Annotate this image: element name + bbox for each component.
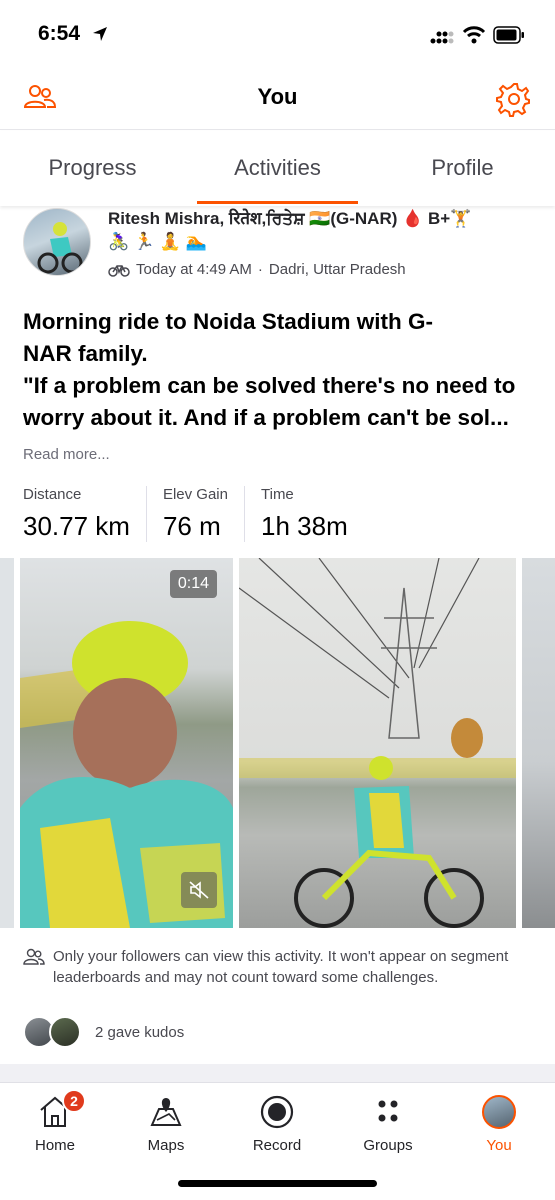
top-header: You: [0, 68, 555, 130]
map-thumbnail[interactable]: [0, 558, 14, 928]
activity-photo[interactable]: [239, 558, 516, 928]
nav-label: Maps: [147, 1137, 185, 1154]
media-carousel[interactable]: 0:14: [0, 558, 555, 928]
nav-label: Groups: [363, 1137, 413, 1154]
nav-label: Record: [252, 1137, 302, 1154]
avatar: [482, 1095, 516, 1129]
nav-label: You: [486, 1137, 512, 1154]
athlete-sport-emojis: 🚴‍♀️ 🏃 🧘 🏊: [108, 232, 207, 251]
activity-location: Dadri, Uttar Pradesh: [268, 261, 406, 278]
stat-value: 30.77 km: [23, 511, 130, 541]
kudos-avatar: [49, 1016, 81, 1048]
read-more-link[interactable]: Read more...: [23, 446, 110, 463]
status-bar: 6:54: [0, 0, 555, 68]
feed-divider: [0, 1064, 555, 1084]
privacy-note: Only your followers can view this activi…: [23, 946, 538, 988]
home-indicator: [178, 1180, 377, 1187]
nav-home[interactable]: 2 Home: [10, 1089, 100, 1154]
nav-maps[interactable]: Maps: [121, 1091, 211, 1154]
kudos-count[interactable]: 2 gave kudos: [95, 1024, 184, 1041]
page-title: You: [257, 84, 298, 109]
notification-badge: 2: [62, 1089, 86, 1113]
activity-timestamp: Today at 4:49 AM: [136, 261, 252, 278]
nav-you[interactable]: You: [454, 1091, 544, 1154]
next-photo-peek[interactable]: [522, 558, 555, 928]
cellular-signal-icon: [430, 31, 454, 44]
stat-distance: Distance 30.77 km: [23, 486, 147, 542]
wifi-icon: [462, 26, 486, 44]
kudos-row[interactable]: 2 gave kudos: [23, 1016, 184, 1048]
activity-video[interactable]: 0:14: [20, 558, 233, 928]
stat-label: Time: [261, 486, 294, 503]
activity-card[interactable]: Ritesh Mishra, रितेश,ਰਿਤੇਸ਼ 🇮🇳(G-NAR) 🩸 …: [0, 206, 555, 1064]
athlete-avatar[interactable]: [23, 208, 91, 276]
video-duration: 0:14: [169, 570, 217, 598]
tab-progress[interactable]: Progress: [0, 131, 185, 206]
location-arrow-icon: [93, 27, 107, 41]
stat-label: Elev Gain: [162, 486, 228, 503]
followers-icon: [23, 948, 45, 965]
nav-label: Home: [34, 1137, 75, 1154]
tab-profile[interactable]: Profile: [370, 131, 555, 206]
nav-groups[interactable]: Groups: [343, 1091, 433, 1154]
activity-meta: Today at 4:49 AM · Dadri, Uttar Pradesh: [108, 261, 406, 278]
stat-elevation: Elev Gain 76 m: [163, 486, 245, 542]
tab-activities[interactable]: Activities: [185, 131, 370, 206]
battery-icon: [493, 26, 524, 44]
mute-icon[interactable]: [181, 872, 217, 908]
meta-separator: ·: [257, 261, 263, 278]
bike-icon: [108, 264, 130, 277]
gear-icon[interactable]: [496, 81, 532, 117]
profile-tabs: Progress Activities Profile: [0, 131, 555, 206]
privacy-text: Only your followers can view this activi…: [53, 948, 509, 986]
status-time: 6:54: [38, 22, 81, 45]
stat-value: 76 m: [162, 511, 221, 541]
maps-icon: [150, 1098, 182, 1126]
activity-title[interactable]: Morning ride to Noida Stadium with G- NA…: [23, 306, 538, 434]
groups-icon: [378, 1100, 398, 1122]
stat-time: Time 1h 38m: [261, 486, 364, 542]
activity-stats: Distance 30.77 km Elev Gain 76 m Time 1h…: [23, 486, 380, 542]
stat-label: Distance: [23, 486, 82, 503]
nav-record[interactable]: Record: [232, 1091, 322, 1154]
cyclist-highway-image: [239, 558, 516, 928]
athlete-name[interactable]: Ritesh Mishra, रितेश,ਰਿਤੇਸ਼ 🇮🇳(G-NAR) 🩸 …: [108, 208, 538, 230]
stat-value: 1h 38m: [261, 511, 348, 541]
record-icon: [260, 1095, 294, 1129]
